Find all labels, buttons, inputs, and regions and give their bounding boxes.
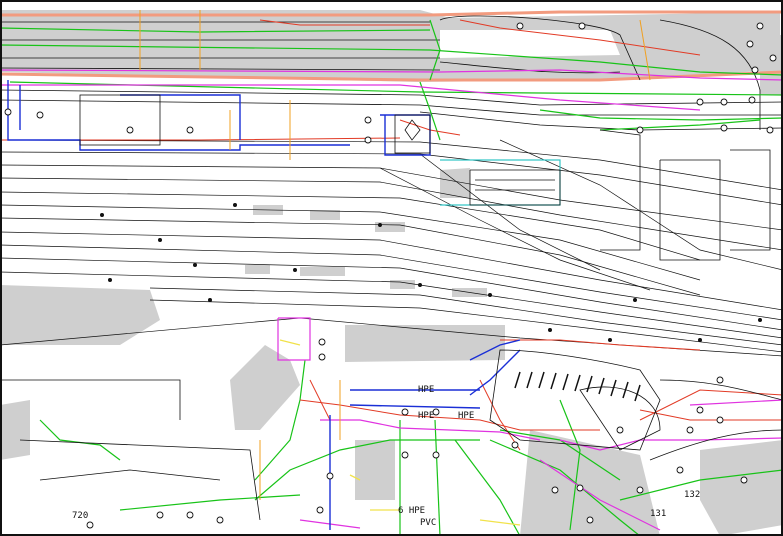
label-hpe-2: HPE	[418, 411, 434, 421]
label-720: 720	[72, 511, 88, 521]
label-132: 132	[684, 490, 700, 500]
label-131: 131	[650, 509, 666, 519]
label-hpe-bottom: 6 HPE	[398, 506, 425, 516]
label-hpe-3: HPE	[458, 411, 474, 421]
parking-stripes	[514, 371, 641, 402]
label-hpe-1: HPE	[418, 385, 434, 395]
utility-map-canvas[interactable]: HPE HPE HPE PVC 6 HPE 720 132 131	[0, 0, 783, 536]
grey-areas	[0, 10, 783, 536]
label-pvc: PVC	[420, 518, 436, 528]
